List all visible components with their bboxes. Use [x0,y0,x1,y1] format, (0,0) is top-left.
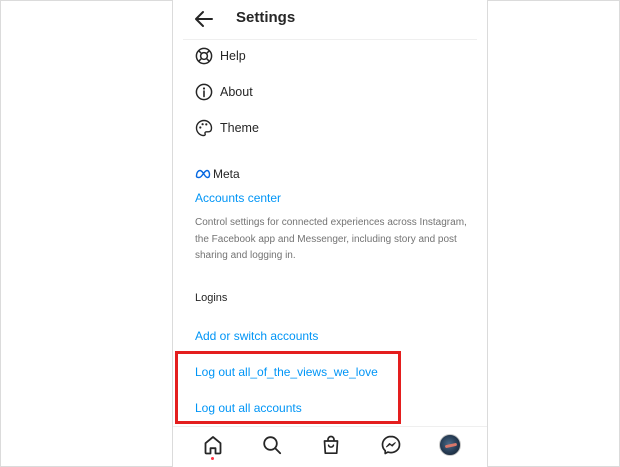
accounts-center-description: Control settings for connected experienc… [195,217,467,261]
menu-item-theme[interactable]: Theme [195,117,259,139]
profile-avatar[interactable] [439,434,461,456]
highlight-box [175,351,401,424]
search-icon[interactable] [261,434,283,456]
lifebuoy-icon [195,47,213,65]
header-divider [183,39,477,40]
logins-section-title: Logins [195,292,228,304]
settings-screen: Settings Help About Theme Meta Accounts … [172,0,488,467]
header: Settings [173,0,487,38]
menu-item-help[interactable]: Help [195,45,246,67]
page-title: Settings [236,9,296,26]
home-icon[interactable] [202,434,224,456]
messenger-icon[interactable] [380,434,402,456]
meta-infinity-icon [195,169,211,179]
menu-item-label: Theme [220,121,259,135]
meta-brand-text: Meta [213,167,240,181]
notification-dot [211,457,214,460]
back-arrow-icon[interactable] [193,8,215,30]
shop-icon[interactable] [320,434,342,456]
info-icon [195,83,213,101]
accounts-center-link[interactable]: Accounts center [195,191,281,205]
menu-item-label: Help [220,49,246,63]
meta-logo: Meta [195,167,240,181]
menu-item-label: About [220,85,253,99]
add-switch-accounts-link[interactable]: Add or switch accounts [195,329,318,343]
bottom-nav [173,426,487,467]
palette-icon [195,119,213,137]
menu-item-about[interactable]: About [195,81,253,103]
avatar-image [444,442,458,449]
